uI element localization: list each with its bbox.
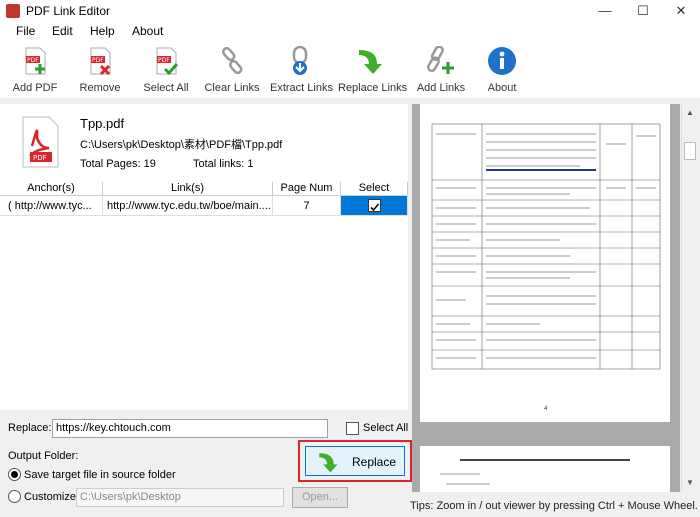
viewer-next-page: [420, 446, 670, 492]
extract-links-icon: [292, 46, 308, 75]
app-icon: [6, 4, 20, 18]
replace-button-label: Replace: [352, 455, 397, 469]
title-bar: PDF Link Editor — ☐ ✕: [0, 0, 700, 22]
menu-edit[interactable]: Edit: [52, 24, 73, 38]
replace-links-button[interactable]: Replace Links: [338, 42, 407, 96]
add-link-icon: [426, 46, 454, 74]
replace-arrow-icon: [319, 453, 338, 473]
replace-label: Replace:: [8, 422, 52, 434]
radio-dot: [11, 471, 18, 478]
select-all-label: Select All: [363, 422, 409, 434]
col-header-select[interactable]: Select: [341, 182, 408, 196]
total-pages: Total Pages: 19: [80, 158, 156, 170]
viewer-scrollbar[interactable]: ▲ ▼: [681, 104, 698, 492]
page-content-preview: [431, 123, 661, 370]
file-name: Tpp.pdf: [80, 116, 125, 131]
pdf-viewer[interactable]: 4: [412, 104, 680, 492]
cell-select[interactable]: [341, 196, 408, 216]
window-title: PDF Link Editor: [26, 4, 111, 18]
remove-pdf-icon: PDF: [90, 47, 111, 76]
clear-links-button[interactable]: Clear Links: [204, 42, 260, 96]
next-page-preview: [440, 459, 630, 485]
col-header-anchor[interactable]: Anchor(s): [0, 182, 103, 196]
select-all-icon: PDF: [156, 47, 179, 76]
save-source-label: Save target file in source folder: [24, 469, 176, 481]
green-arrow-icon: [359, 50, 382, 74]
custom-path-input[interactable]: C:\Users\pk\Desktop: [76, 488, 284, 507]
scroll-thumb[interactable]: [684, 142, 696, 160]
viewer-page: 4: [420, 104, 670, 422]
page-number: 4: [544, 406, 548, 412]
open-button[interactable]: Open...: [292, 487, 348, 508]
menu-about[interactable]: About: [132, 24, 163, 38]
col-header-link[interactable]: Link(s): [103, 182, 273, 196]
select-all-button[interactable]: PDF Select All: [140, 42, 192, 96]
cell-link[interactable]: http://www.tyc.edu.tw/boe/main....: [103, 196, 273, 216]
menu-bar: File Edit Help About: [0, 22, 700, 40]
broken-link-icon: [222, 47, 243, 75]
close-button[interactable]: ✕: [662, 0, 700, 22]
svg-text:PDF: PDF: [92, 57, 104, 64]
svg-text:PDF: PDF: [158, 57, 170, 64]
toolbar: PDF Add PDF PDF Remove PDF Select All Cl…: [0, 40, 700, 98]
svg-text:PDF: PDF: [33, 154, 47, 162]
col-header-page[interactable]: Page Num: [273, 182, 341, 196]
replace-url-input[interactable]: https://key.chtouch.com: [52, 419, 328, 438]
pdf-file-icon: PDF: [20, 116, 60, 168]
output-folder-label: Output Folder:: [8, 450, 79, 462]
maximize-button[interactable]: ☐: [624, 0, 662, 22]
minimize-button[interactable]: —: [586, 0, 624, 22]
customize-radio[interactable]: [8, 490, 21, 503]
cell-anchor[interactable]: ( http://www.tyc...: [0, 196, 103, 216]
file-path: C:\Users\pk\Desktop\素材\PDF檔\Tpp.pdf: [80, 139, 283, 151]
add-pdf-button[interactable]: PDF Add PDF: [8, 42, 62, 96]
customize-label: Customize:: [24, 491, 80, 503]
add-links-button[interactable]: Add Links: [414, 42, 468, 96]
row-select-checkbox[interactable]: [368, 199, 381, 212]
svg-text:PDF: PDF: [27, 57, 39, 64]
about-button[interactable]: About: [480, 42, 524, 96]
save-source-radio[interactable]: [8, 468, 21, 481]
menu-file[interactable]: File: [16, 24, 35, 38]
select-all-checkbox[interactable]: [346, 422, 359, 435]
add-pdf-icon: PDF: [25, 47, 46, 75]
replace-button[interactable]: Replace: [305, 446, 405, 476]
cell-page[interactable]: 7: [273, 196, 341, 216]
info-icon: [488, 47, 516, 75]
extract-links-button[interactable]: Extract Links: [270, 42, 333, 96]
scroll-up-icon[interactable]: ▲: [686, 108, 694, 117]
menu-help[interactable]: Help: [90, 24, 115, 38]
remove-button[interactable]: PDF Remove: [74, 42, 126, 96]
check-icon: [370, 203, 380, 212]
tips-text: Tips: Zoom in / out viewer by pressing C…: [410, 500, 698, 512]
scroll-down-icon[interactable]: ▼: [686, 478, 694, 487]
total-links: Total links: 1: [193, 158, 254, 170]
file-panel: PDF Tpp.pdf C:\Users\pk\Desktop\素材\PDF檔\…: [0, 104, 408, 410]
